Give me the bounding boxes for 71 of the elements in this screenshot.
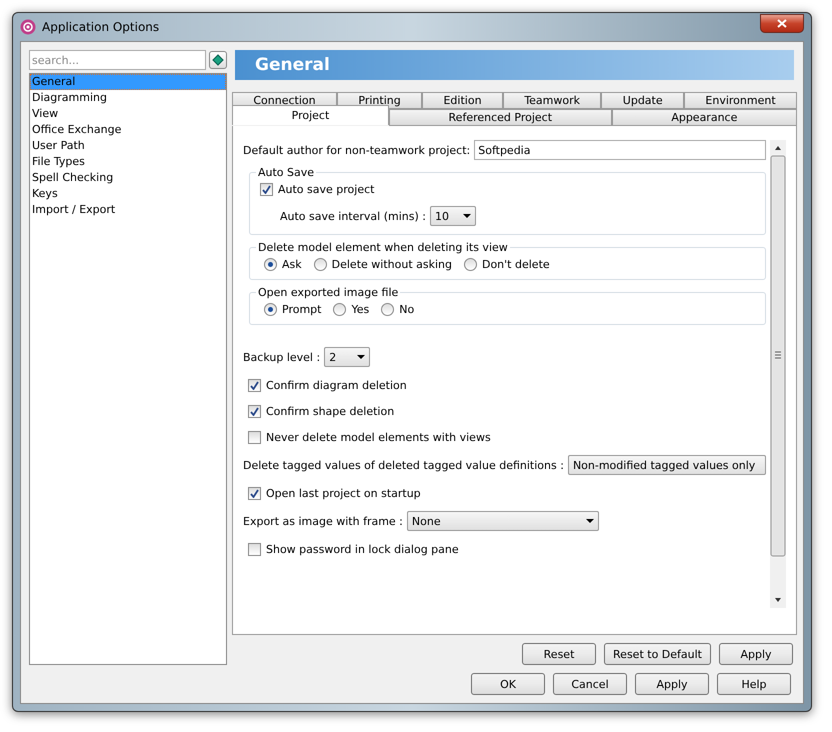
radio-label: Ask [282,258,302,271]
panel-button[interactable]: Reset [522,643,596,665]
dialog-button[interactable]: Apply [635,673,709,695]
scrollbar[interactable] [770,140,786,608]
radio-button[interactable] [464,258,477,271]
tab[interactable]: Referenced Project [388,109,612,126]
caret-icon [586,519,594,523]
radio-label: Prompt [282,303,322,316]
checkbox-label: Open last project on startup [266,486,421,500]
tab[interactable]: Project [232,105,389,125]
checkbox[interactable] [248,404,261,418]
group-title: Open exported image file [257,286,400,299]
tab[interactable]: Edition [422,92,503,109]
dropdown[interactable]: Non-modified tagged values only [568,455,766,475]
category-item[interactable]: Keys [30,186,226,202]
page-header: General [235,50,794,80]
field-label: Auto save interval (mins) : [280,210,426,222]
category-item[interactable]: Office Exchange [30,122,226,138]
checkbox[interactable] [248,542,261,556]
radio-label: Delete without asking [332,258,452,271]
checkbox-label: Never delete model elements with views [266,430,491,444]
tab[interactable]: Environment [684,92,798,109]
category-item[interactable]: Diagramming [30,90,226,106]
dropdown[interactable]: None [406,511,599,531]
dialog-button[interactable]: OK [471,673,545,695]
checkbox[interactable] [248,486,261,500]
category-item[interactable]: Import / Export [30,202,226,218]
radio-label: Don't delete [482,258,550,271]
panel-button[interactable]: Apply [719,643,793,665]
radio-button[interactable] [264,258,277,271]
tab[interactable]: Teamwork [502,92,602,109]
window-title: Application Options [42,20,160,34]
radio-button[interactable] [333,303,346,316]
clear-search-button[interactable] [209,51,227,69]
radio-button[interactable] [381,303,394,316]
caret-icon [357,355,366,359]
checkbox-label: Confirm diagram deletion [266,378,407,392]
category-item[interactable]: General [30,74,226,90]
dialog-button[interactable]: Cancel [553,673,627,695]
author-field[interactable]: Softpedia [474,140,766,160]
tab[interactable]: Update [601,92,684,109]
group-title: Auto Save [257,166,316,179]
close-button[interactable] [760,14,804,32]
group-title: Delete model element when deleting its view [257,241,509,254]
checkbox[interactable] [248,378,261,392]
radio-button[interactable] [264,303,277,316]
close-icon [777,18,787,28]
category-item[interactable]: File Types [30,154,226,170]
field-label: Default author for non-teamwork project: [243,144,470,156]
checkbox[interactable] [260,183,273,196]
field-label: Backup level : [243,350,320,364]
checkbox-label: Show password in lock dialog pane [266,542,459,556]
interval-dropdown[interactable]: 10 [430,206,476,226]
radio-label: Yes [351,303,370,316]
app-icon [20,19,36,35]
dropdown[interactable]: 2 [324,347,370,367]
radio-button[interactable] [314,258,327,271]
panel-button[interactable]: Reset to Default [604,643,711,665]
checkbox-label: Confirm shape deletion [266,404,394,418]
category-item[interactable]: View [30,106,226,122]
category-item[interactable]: Spell Checking [30,170,226,186]
field-label: Export as image with frame : [243,514,403,528]
category-item[interactable]: User Path [30,138,226,154]
caret-icon [462,214,471,218]
field-label: Delete tagged values of deleted tagged value definitions : [243,458,564,472]
checkbox[interactable] [248,430,261,444]
dialog-button[interactable]: Help [717,673,791,695]
checkbox-label: Auto save project [278,183,374,196]
tab[interactable]: Appearance [612,109,798,126]
radio-label: No [399,303,414,316]
search-field[interactable]: search... [29,50,206,70]
